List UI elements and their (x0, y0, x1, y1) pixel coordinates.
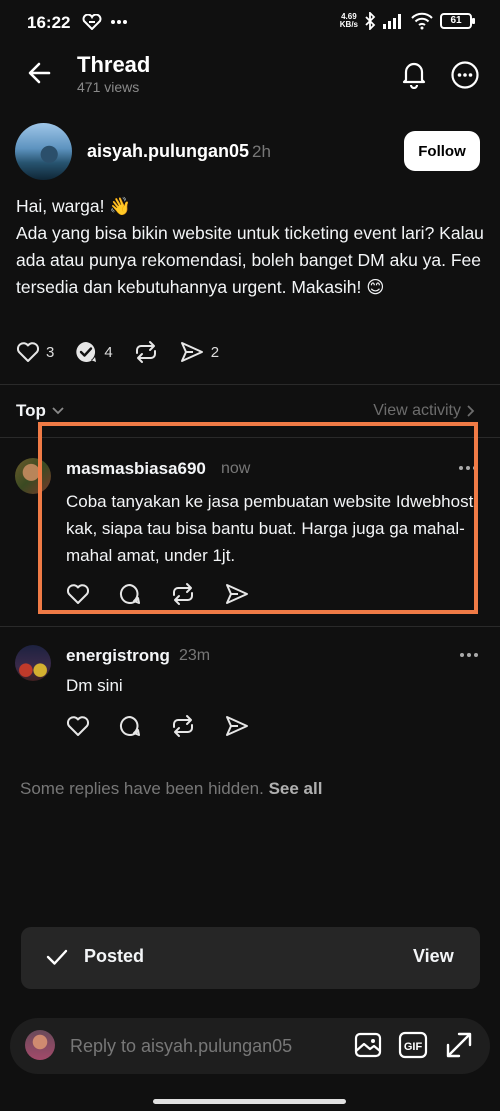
reply-time: 23m (179, 647, 211, 664)
signal-icon (383, 14, 401, 29)
sort-label: Top (16, 401, 46, 420)
wifi-icon (411, 12, 433, 30)
hidden-replies-note: Some replies have been hidden. See all (20, 779, 322, 799)
send-icon (226, 716, 248, 736)
toast-label: Posted (84, 946, 145, 966)
more-circle-icon (451, 61, 479, 89)
op-avatar[interactable] (15, 123, 72, 180)
page-title: Thread (77, 52, 151, 77)
gif-button[interactable]: GIF (398, 1030, 428, 1060)
view-activity-label: View activity (373, 402, 461, 419)
post-text: Hai, warga! 👋 Ada yang bisa bikin websit… (16, 196, 484, 297)
battery-icon: 61 (440, 13, 475, 29)
notifications-button[interactable] (399, 59, 429, 89)
divider (0, 384, 500, 385)
image-icon (354, 1032, 382, 1058)
status-time: 16:22 (27, 13, 71, 32)
like-count: 3 (46, 343, 55, 361)
status-bar: 16:22 4.69 KB/s 61 (0, 0, 500, 46)
reply-avatar[interactable] (15, 645, 51, 681)
op-username[interactable]: aisyah.pulungan05 (87, 141, 249, 162)
share-button[interactable] (224, 714, 250, 738)
heart-icon (16, 342, 40, 362)
status-system-icons: 4.69 KB/s 61 (340, 12, 475, 30)
hidden-replies-text: Some replies have been hidden. (20, 779, 264, 798)
chevron-down-icon (52, 407, 64, 415)
net-speed: 4.69 KB/s (340, 13, 358, 29)
heart-icon (66, 716, 90, 736)
check-icon (46, 949, 68, 965)
status-notification-icons (82, 14, 128, 30)
expand-icon (446, 1032, 472, 1058)
repost-button[interactable] (133, 340, 159, 364)
reply-count-button[interactable]: 4 (74, 340, 113, 364)
send-icon (180, 342, 203, 362)
back-button[interactable] (25, 58, 55, 88)
repost-button[interactable] (170, 714, 196, 738)
view-activity-link[interactable]: View activity (373, 402, 476, 420)
chevron-right-icon (467, 405, 475, 417)
more-options-button[interactable] (450, 60, 480, 90)
post-actions: 3 4 2 (16, 340, 219, 364)
home-indicator[interactable] (153, 1099, 346, 1104)
share-button[interactable]: 2 (179, 340, 219, 364)
comment-button[interactable] (118, 714, 142, 738)
more-dots-icon (111, 20, 127, 24)
my-avatar (25, 1030, 55, 1060)
op-time: 2h (252, 142, 271, 161)
more-dots-icon (460, 653, 478, 657)
reply-more-button[interactable] (458, 647, 480, 663)
gif-icon: GIF (398, 1031, 428, 1059)
reply-text: Dm sini (66, 676, 123, 695)
comment-check-icon (76, 342, 97, 362)
gif-label: GIF (404, 1041, 423, 1053)
arrow-left-icon (28, 62, 51, 84)
share-count: 2 (210, 343, 220, 361)
repost-icon (173, 715, 193, 737)
comment-icon (119, 715, 140, 736)
bluetooth-icon (365, 12, 376, 30)
expand-button[interactable] (444, 1030, 474, 1060)
see-all-link[interactable]: See all (269, 779, 323, 798)
reply-input[interactable] (62, 1028, 342, 1064)
like-button[interactable] (66, 715, 90, 737)
divider (0, 626, 500, 627)
attach-image-button[interactable] (353, 1030, 383, 1060)
follow-button[interactable]: Follow (404, 131, 480, 171)
net-speed-unit: KB/s (339, 20, 358, 29)
reply-count: 4 (104, 343, 113, 361)
toast-view-button[interactable]: View (413, 946, 454, 967)
heart-link-icon (82, 14, 102, 30)
bell-icon (402, 62, 426, 89)
highlight-annotation-box (38, 422, 478, 614)
sort-dropdown[interactable]: Top (16, 401, 65, 421)
reply-username[interactable]: energistrong (66, 646, 170, 666)
like-button[interactable]: 3 (16, 341, 54, 363)
reply-actions (66, 714, 250, 738)
repost-icon (135, 341, 156, 363)
view-count: 471 views (77, 79, 140, 95)
